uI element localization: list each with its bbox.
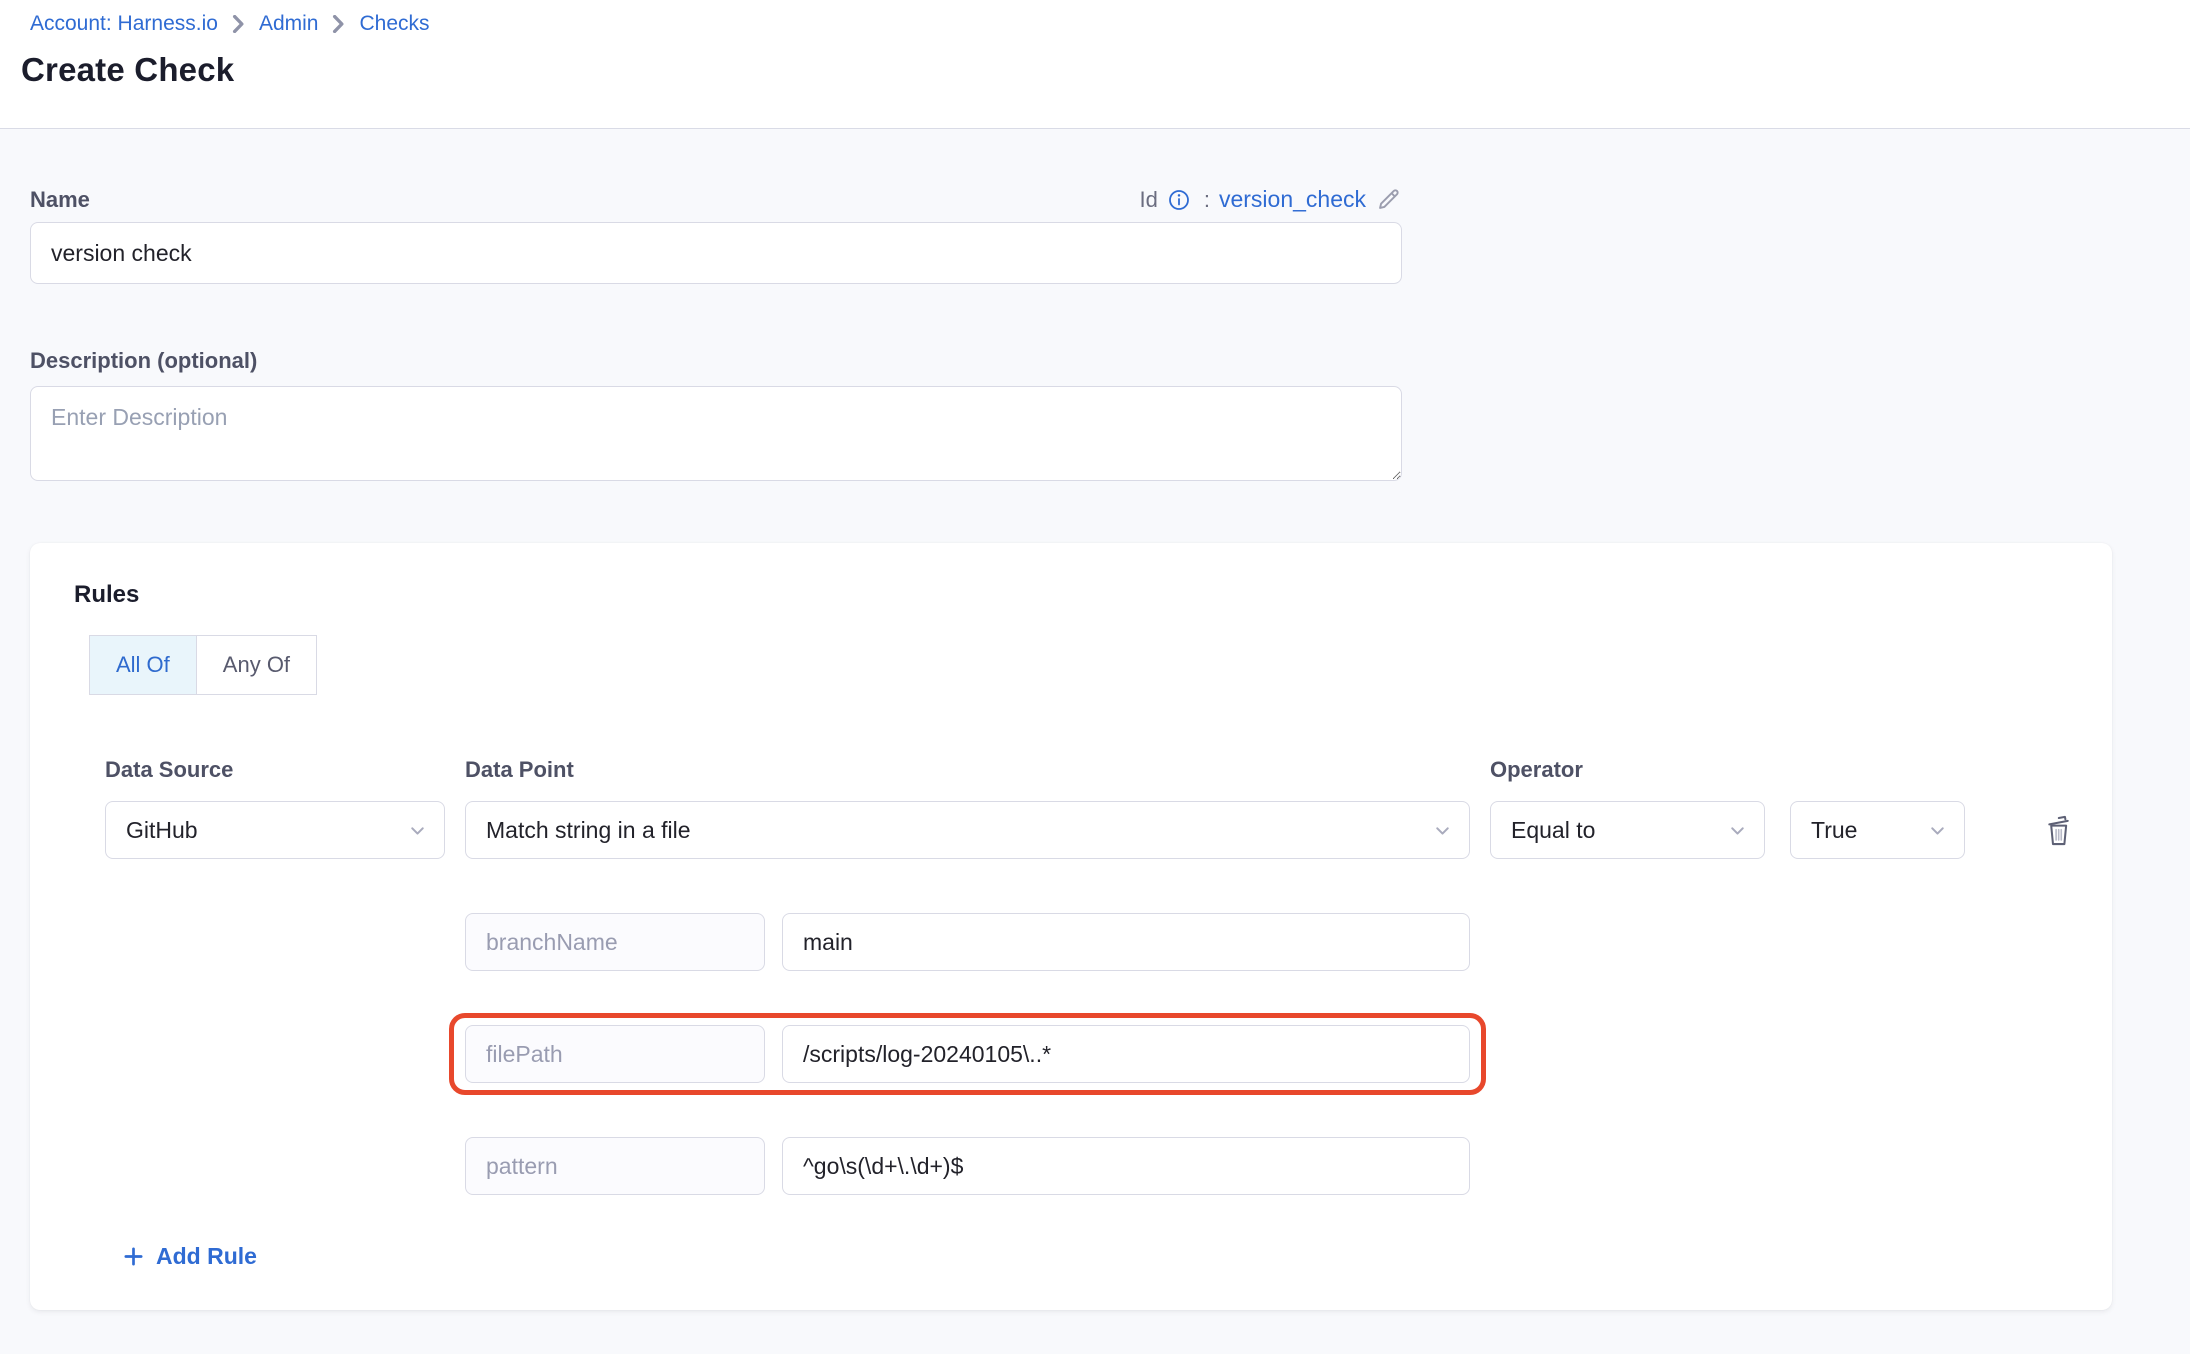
param-value-pattern-input[interactable] <box>782 1137 1470 1195</box>
param-value-branchname-input[interactable] <box>782 913 1470 971</box>
operator-select[interactable]: Equal to <box>1490 801 1765 859</box>
operator-label: Operator <box>1490 757 2076 783</box>
data-source-select[interactable]: GitHub <box>105 801 445 859</box>
description-textarea[interactable] <box>30 386 1402 481</box>
operand-value: True <box>1811 817 1857 844</box>
data-point-select[interactable]: Match string in a file <box>465 801 1470 859</box>
param-row-pattern: pattern <box>465 1137 1470 1195</box>
name-input[interactable] <box>30 222 1402 284</box>
param-key-filepath: filePath <box>465 1025 765 1083</box>
breadcrumb-admin-link[interactable]: Admin <box>259 12 319 36</box>
chevron-down-icon <box>1727 820 1748 841</box>
data-source-label: Data Source <box>105 757 445 783</box>
page-title: Create Check <box>21 51 2160 89</box>
description-label: Description (optional) <box>30 348 2160 374</box>
data-source-value: GitHub <box>126 817 198 844</box>
delete-rule-button[interactable] <box>2040 810 2076 851</box>
data-point-label: Data Point <box>465 757 1470 783</box>
rules-card: Rules All Of Any Of Data Source GitHub D… <box>30 543 2112 1310</box>
param-key-branchname: branchName <box>465 913 765 971</box>
id-label: Id <box>1139 187 1157 213</box>
param-key-pattern: pattern <box>465 1137 765 1195</box>
rules-heading: Rules <box>74 581 2068 609</box>
breadcrumb-account-link[interactable]: Account: Harness.io <box>30 12 218 36</box>
param-row-branchname: branchName <box>465 913 1470 971</box>
rule-row: Data Source GitHub Data Point Match stri… <box>105 757 2068 1195</box>
breadcrumb: Account: Harness.io Admin Checks <box>30 12 2160 36</box>
operand-select[interactable]: True <box>1790 801 1965 859</box>
data-point-value: Match string in a file <box>486 817 691 844</box>
chevron-down-icon <box>1432 820 1453 841</box>
chevron-down-icon <box>1927 820 1948 841</box>
trash-icon <box>2040 810 2076 851</box>
rules-condition-toggle: All Of Any Of <box>89 635 317 695</box>
param-row-filepath: filePath <box>465 1025 1470 1083</box>
id-separator: : <box>1204 187 1210 213</box>
chevron-right-icon <box>331 15 346 33</box>
add-rule-button[interactable]: Add Rule <box>122 1243 257 1270</box>
plus-icon <box>122 1245 145 1268</box>
add-rule-label: Add Rule <box>156 1243 257 1270</box>
operator-value: Equal to <box>1511 817 1595 844</box>
toggle-all-of-button[interactable]: All Of <box>89 635 197 695</box>
main-content: Name Id : version_check Description (opt… <box>0 186 2190 1310</box>
toggle-any-of-button[interactable]: Any Of <box>196 635 317 695</box>
name-label: Name <box>30 187 90 213</box>
param-value-filepath-input[interactable] <box>782 1025 1470 1083</box>
id-display: Id : version_check <box>1139 186 1402 213</box>
chevron-down-icon <box>407 820 428 841</box>
page-header: Account: Harness.io Admin Checks Create … <box>0 0 2190 129</box>
chevron-right-icon <box>231 15 246 33</box>
info-icon[interactable] <box>1167 188 1191 212</box>
id-value-link[interactable]: version_check <box>1219 186 1366 213</box>
edit-pencil-icon[interactable] <box>1375 186 1402 213</box>
breadcrumb-checks-link[interactable]: Checks <box>359 12 429 36</box>
